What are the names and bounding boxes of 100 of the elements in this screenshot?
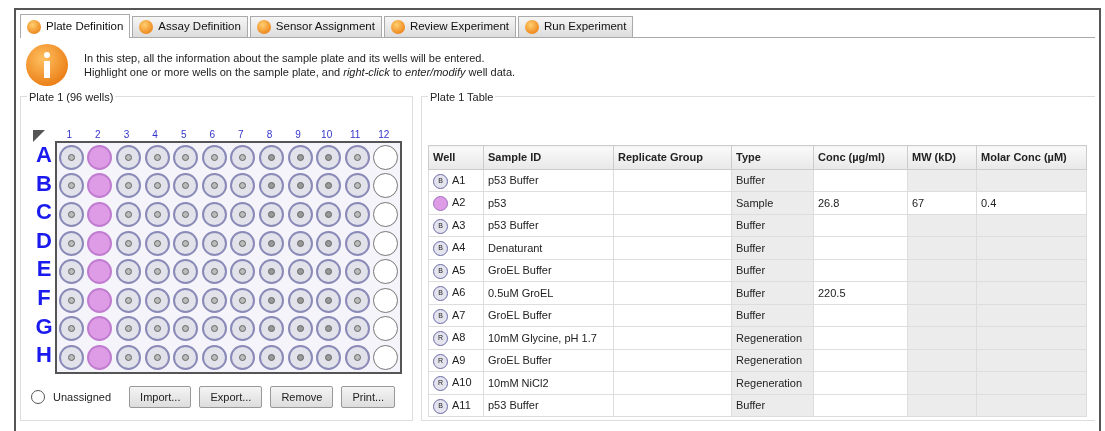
- well[interactable]: [201, 173, 227, 199]
- well[interactable]: [173, 316, 199, 342]
- well[interactable]: [116, 173, 141, 199]
- well[interactable]: [230, 259, 256, 285]
- well[interactable]: [230, 230, 256, 256]
- well[interactable]: [287, 287, 313, 313]
- well[interactable]: [287, 230, 313, 256]
- well[interactable]: [116, 259, 141, 285]
- tab[interactable]: Plate Definition: [20, 14, 131, 38]
- well[interactable]: [87, 144, 113, 170]
- well[interactable]: [258, 144, 284, 170]
- well[interactable]: [173, 230, 199, 256]
- well[interactable]: [58, 344, 84, 370]
- well[interactable]: [116, 344, 141, 370]
- well[interactable]: [230, 287, 256, 313]
- well[interactable]: [258, 287, 284, 313]
- well[interactable]: [144, 230, 170, 256]
- well[interactable]: [287, 344, 313, 370]
- well[interactable]: [230, 344, 256, 370]
- well[interactable]: [87, 173, 113, 199]
- well[interactable]: [87, 344, 113, 370]
- well[interactable]: [144, 173, 170, 199]
- well[interactable]: [258, 230, 284, 256]
- well[interactable]: [173, 344, 199, 370]
- well[interactable]: [316, 259, 342, 285]
- tab[interactable]: Run Experiment: [518, 16, 634, 37]
- well[interactable]: [58, 316, 84, 342]
- well[interactable]: [344, 144, 370, 170]
- tab[interactable]: Sensor Assignment: [249, 16, 382, 37]
- tab[interactable]: Assay Definition: [132, 16, 248, 37]
- well[interactable]: [144, 202, 170, 227]
- well[interactable]: [201, 230, 227, 256]
- well[interactable]: [201, 202, 227, 227]
- well[interactable]: [173, 173, 199, 199]
- well[interactable]: [201, 344, 227, 370]
- well[interactable]: [344, 316, 370, 342]
- well[interactable]: [58, 259, 84, 285]
- plate-button[interactable]: Print...: [341, 385, 396, 409]
- well[interactable]: [173, 144, 199, 170]
- well[interactable]: [373, 202, 399, 227]
- well[interactable]: [373, 316, 399, 342]
- well[interactable]: [316, 316, 342, 342]
- well[interactable]: [316, 202, 342, 227]
- well[interactable]: [201, 259, 227, 285]
- well[interactable]: [344, 344, 370, 370]
- well[interactable]: [87, 287, 113, 313]
- well[interactable]: [87, 230, 113, 256]
- well[interactable]: [144, 344, 170, 370]
- plate-button[interactable]: Remove: [270, 385, 334, 409]
- well[interactable]: [144, 316, 170, 342]
- well[interactable]: [230, 144, 256, 170]
- well[interactable]: [144, 287, 170, 313]
- well[interactable]: [173, 259, 199, 285]
- well[interactable]: [201, 287, 227, 313]
- well[interactable]: [316, 287, 342, 313]
- well[interactable]: [287, 316, 313, 342]
- well[interactable]: [58, 202, 84, 227]
- well[interactable]: [144, 259, 170, 285]
- tab[interactable]: Review Experiment: [383, 16, 516, 37]
- well[interactable]: [316, 173, 342, 199]
- plate-button[interactable]: Import...: [129, 385, 192, 409]
- well[interactable]: [87, 259, 113, 285]
- well[interactable]: [116, 230, 141, 256]
- plate-button[interactable]: Export...: [199, 385, 263, 409]
- well[interactable]: [173, 202, 199, 227]
- well[interactable]: [373, 344, 399, 370]
- well[interactable]: [344, 202, 370, 227]
- well[interactable]: [287, 202, 313, 227]
- well[interactable]: [316, 144, 342, 170]
- well[interactable]: [373, 173, 399, 199]
- well[interactable]: [373, 230, 399, 256]
- well[interactable]: [316, 230, 342, 256]
- well[interactable]: [201, 144, 227, 170]
- well[interactable]: [116, 202, 141, 227]
- well[interactable]: [258, 316, 284, 342]
- well[interactable]: [230, 202, 256, 227]
- well[interactable]: [58, 287, 84, 313]
- well[interactable]: [258, 344, 284, 370]
- well[interactable]: [287, 144, 313, 170]
- well[interactable]: [116, 144, 141, 170]
- well[interactable]: [258, 173, 284, 199]
- well[interactable]: [230, 316, 256, 342]
- well[interactable]: [344, 287, 370, 313]
- well[interactable]: [287, 173, 313, 199]
- well[interactable]: [287, 259, 313, 285]
- well[interactable]: [373, 287, 399, 313]
- well[interactable]: [58, 230, 84, 256]
- well[interactable]: [230, 173, 256, 199]
- well[interactable]: [173, 287, 199, 313]
- well[interactable]: [344, 173, 370, 199]
- well[interactable]: [258, 202, 284, 227]
- well[interactable]: [373, 259, 399, 285]
- well[interactable]: [201, 316, 227, 342]
- well[interactable]: [373, 144, 399, 170]
- well[interactable]: [58, 144, 84, 170]
- well[interactable]: [58, 173, 84, 199]
- well[interactable]: [144, 144, 170, 170]
- well[interactable]: [116, 287, 141, 313]
- well[interactable]: [316, 344, 342, 370]
- well[interactable]: [344, 259, 370, 285]
